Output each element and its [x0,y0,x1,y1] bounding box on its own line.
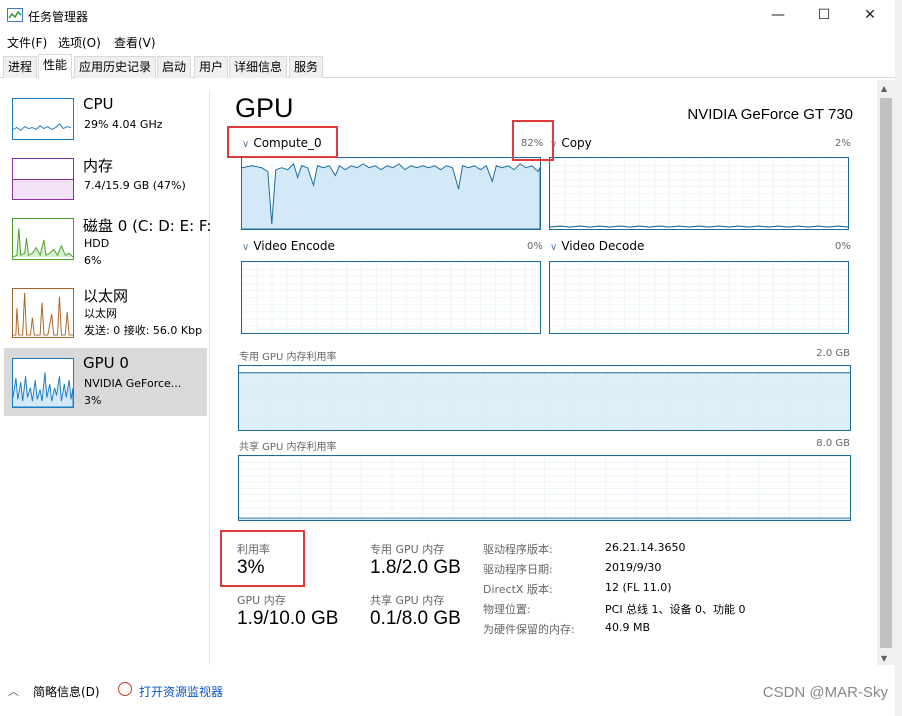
tab-services[interactable]: 服务 [289,56,324,78]
sidebar-item-detail: NVIDIA GeForce... [84,377,182,390]
shared-memory-stat-value: 0.1/8.0 GB [370,608,461,629]
maximize-button[interactable]: ☐ [801,0,847,32]
chevron-down-icon: ∨ [550,242,558,253]
highlight-box-compute [227,126,338,158]
sidebar-item-detail: HDD [84,237,110,250]
tab-startup[interactable]: 启动 [157,56,192,78]
shared-memory-max: 8.0 GB [816,438,850,449]
engine-name: Copy [561,136,592,150]
menu-file[interactable]: 文件(F) [7,34,47,51]
collapse-icon[interactable]: ︿ [8,683,19,699]
sidebar-item-detail: 以太网 [84,307,117,320]
ethernet-thumbnail-graph [12,288,74,338]
detail-key: DirectX 版本: [483,583,553,596]
tab-bar: 进程 性能 应用历史记录 启动 用户 详细信息 服务 [0,54,895,79]
detail-value: 26.21.14.3650 [605,541,686,554]
shared-memory-graph [238,455,851,521]
sidebar-item-usage: 3% [84,394,102,407]
task-manager-icon [7,8,23,22]
vertical-scrollbar[interactable]: ▲ ▼ [877,80,895,665]
scrollbar-thumb[interactable] [880,98,892,648]
shared-memory-label: 共享 GPU 内存利用率 [239,442,337,453]
detail-key: 驱动程序版本: [483,543,553,556]
gpu-panel: GPU NVIDIA GeForce GT 730 ∨ Compute_0 82%… [212,80,877,665]
minimize-button[interactable]: — [755,0,801,32]
title-bar: 任务管理器 — ☐ ✕ [0,0,895,32]
chevron-down-icon: ∨ [242,242,250,253]
menu-view[interactable]: 查看(V) [114,34,156,51]
scroll-down-icon[interactable]: ▼ [881,654,887,663]
shared-memory-stat-label: 共享 GPU 内存 [370,594,445,607]
fewer-details-button[interactable]: 简略信息(D) [33,683,100,700]
disk-thumbnail-graph [12,218,74,260]
tab-performance[interactable]: 性能 [38,54,73,79]
bottom-bar: ︿ 简略信息(D) 打开资源监视器 [0,672,895,712]
page-title: GPU [235,93,294,123]
detail-key: 物理位置: [483,603,531,616]
copy-graph [549,157,849,230]
highlight-box-percent [512,120,554,161]
detail-key: 为硬件保留的内存: [483,623,575,636]
sidebar-item-label: 内存 [83,157,114,175]
video-encode-graph [241,261,541,334]
detail-value: 12 (FL 11.0) [605,581,672,594]
gpu-memory-stat-label: GPU 内存 [237,594,286,607]
tab-details[interactable]: 详细信息 [229,56,288,78]
sidebar-item-detail: 7.4/15.9 GB (47%) [84,179,186,192]
tab-users[interactable]: 用户 [194,56,229,78]
engine-selector-copy[interactable]: ∨ Copy [550,136,592,150]
dedicated-memory-label: 专用 GPU 内存利用率 [239,352,337,363]
window-title: 任务管理器 [28,10,89,24]
resource-sidebar: CPU 29% 4.04 GHz 内存 7.4/15.9 GB (47%) 磁盘… [0,90,211,665]
sidebar-item-usage: 6% [84,254,102,267]
detail-value: PCI 总线 1、设备 0、功能 0 [605,603,746,616]
menu-options[interactable]: 选项(O) [58,34,101,51]
sidebar-item-throughput: 发送: 0 接收: 56.0 Kbp [84,324,203,337]
highlight-box-utilization [220,530,305,587]
menu-bar: 文件(F) 选项(O) 查看(V) [0,32,895,52]
desktop-edge [895,0,902,716]
sidebar-item-cpu[interactable]: CPU 29% 4.04 GHz [4,92,207,160]
gpu-memory-stat-value: 1.9/10.0 GB [237,608,339,629]
video-decode-graph [549,261,849,334]
sidebar-item-label: 磁盘 0 (C: D: E: F: [83,217,212,235]
dedicated-memory-graph [238,365,851,431]
tab-app-history[interactable]: 应用历史记录 [74,56,157,78]
engine-selector-video-decode[interactable]: ∨ Video Decode [550,239,644,253]
engine-percent: 0% [527,241,543,252]
sidebar-item-label: GPU 0 [83,354,129,372]
engine-percent: 0% [835,241,851,252]
detail-value: 2019/9/30 [605,561,662,574]
scroll-up-icon[interactable]: ▲ [881,84,887,93]
sidebar-item-label: 以太网 [83,287,129,305]
dedicated-memory-stat-value: 1.8/2.0 GB [370,557,461,578]
open-resource-monitor-link[interactable]: 打开资源监视器 [139,683,223,700]
close-button[interactable]: ✕ [847,0,893,32]
gpu-model-name: NVIDIA GeForce GT 730 [687,106,853,123]
sidebar-item-gpu[interactable]: GPU 0 NVIDIA GeForce... 3% [4,348,207,416]
sidebar-item-memory[interactable]: 内存 7.4/15.9 GB (47%) [4,152,207,220]
resource-monitor-icon [118,682,132,696]
detail-value: 40.9 MB [605,621,651,634]
sidebar-item-detail: 29% 4.04 GHz [84,118,163,131]
watermark: CSDN @MAR-Sky [762,684,888,701]
engine-selector-video-encode[interactable]: ∨ Video Encode [242,239,335,253]
sidebar-item-ethernet[interactable]: 以太网 以太网 发送: 0 接收: 56.0 Kbp [4,282,207,350]
memory-thumbnail-graph [12,158,74,200]
sidebar-item-disk[interactable]: 磁盘 0 (C: D: E: F: HDD 6% [4,212,211,280]
engine-name: Video Decode [561,239,645,253]
cpu-thumbnail-graph [12,98,74,140]
engine-name: Video Encode [253,239,335,253]
gpu-thumbnail-graph [12,358,74,408]
detail-key: 驱动程序日期: [483,563,553,576]
engine-percent: 2% [835,138,851,149]
dedicated-memory-max: 2.0 GB [816,348,850,359]
sidebar-item-label: CPU [83,95,114,113]
dedicated-memory-stat-label: 专用 GPU 内存 [370,543,445,556]
compute-graph [241,157,541,230]
tab-processes[interactable]: 进程 [3,56,38,78]
